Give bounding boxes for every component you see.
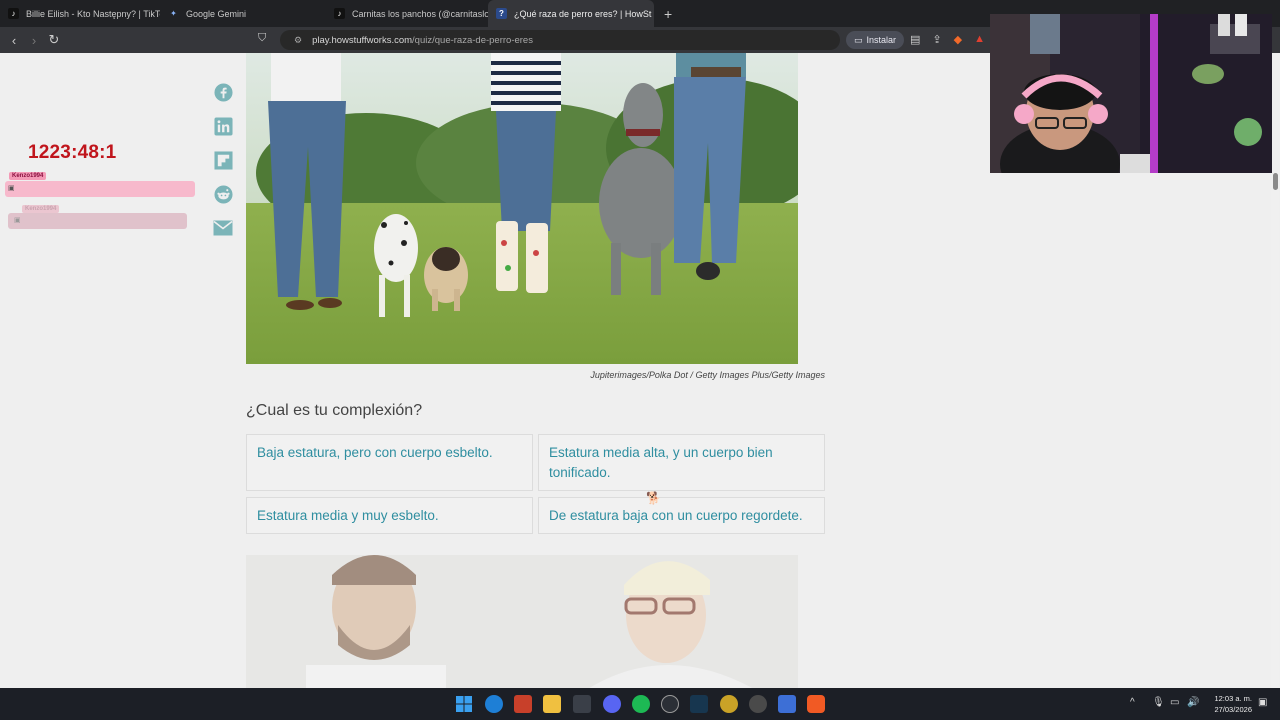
app-icon[interactable] <box>514 695 532 713</box>
app-icon[interactable] <box>720 695 738 713</box>
network-icon[interactable]: ▭ <box>1170 697 1179 708</box>
site-info-icon[interactable]: ⚙ <box>294 35 302 46</box>
app-icon[interactable] <box>778 695 796 713</box>
answer-option-4[interactable]: De estatura baja con un cuerpo regordete… <box>538 497 825 534</box>
linkedin-icon[interactable] <box>213 116 233 136</box>
tiktok-icon: ♪ <box>334 8 345 19</box>
tab-label: Google Gemini <box>186 8 247 19</box>
clock-time: 12:03 a. m. <box>1214 694 1252 703</box>
quiz-question: ¿Cual es tu complexión? <box>246 402 423 419</box>
tab-tiktok-billie[interactable]: ♪ Billie Eilish - Kto Następny? | TikTok <box>0 0 160 27</box>
address-bar[interactable]: ⚙ play.howstuffworks.com/quiz/que-raza-d… <box>280 30 840 50</box>
image-credit: Jupiterimages/Polka Dot / Getty Images P… <box>590 370 825 380</box>
reload-icon[interactable]: ↻ <box>44 32 64 48</box>
back-icon[interactable]: ‹ <box>4 33 24 48</box>
tab-label: ¿Qué raza de perro eres? | HowSt <box>514 8 652 19</box>
chat-message-bar <box>8 213 187 229</box>
install-app-button[interactable]: ▭ Instalar <box>846 31 905 49</box>
url-path: /quiz/que-raza-de-perro-eres <box>412 34 533 46</box>
streamer-webcam <box>990 14 1272 173</box>
system-clock[interactable]: 12:03 a. m. 27/03/2026 <box>1206 693 1252 715</box>
toolbar-icons: ▤ ⇪ ◆ ▲ <box>910 33 985 46</box>
brave-shields-icon[interactable]: ◆ <box>954 33 962 46</box>
chat-username: Kenzo1994 <box>9 172 47 180</box>
notification-icon[interactable]: ▣ <box>1258 697 1267 708</box>
answer-option-2[interactable]: Estatura media alta, y un cuerpo bien to… <box>538 434 825 491</box>
chat-message-bar <box>5 181 195 197</box>
stream-timer: 1223:48:1 <box>28 142 117 163</box>
bookmark-icon[interactable]: ⛉ <box>258 32 266 45</box>
tab-label: Billie Eilish - Kto Następny? | TikTok <box>26 8 160 19</box>
share-icon[interactable]: ⇪ <box>932 33 941 46</box>
steam-icon[interactable] <box>690 695 708 713</box>
howstuffworks-icon: ? <box>496 8 507 19</box>
answer-option-3[interactable]: Estatura media y muy esbelto. <box>246 497 533 534</box>
app-icon[interactable] <box>749 695 767 713</box>
answer-option-1[interactable]: Baja estatura, pero con cuerpo esbelto. <box>246 434 533 491</box>
reader-mode-icon[interactable]: ▤ <box>910 33 920 46</box>
file-explorer-icon[interactable] <box>543 695 561 713</box>
edge-icon[interactable] <box>485 695 503 713</box>
brave-rewards-icon[interactable]: ▲ <box>974 33 985 46</box>
app-icon[interactable] <box>661 695 679 713</box>
flipboard-icon[interactable] <box>213 150 233 170</box>
microphone-icon[interactable]: 🎙 <box>1152 697 1165 708</box>
email-icon[interactable] <box>213 218 233 238</box>
share-sidebar <box>213 82 233 238</box>
install-label: Instalar <box>866 35 897 45</box>
app-icon[interactable] <box>573 695 591 713</box>
gemini-icon: ✦ <box>170 9 177 18</box>
page-scrollbar[interactable] <box>1271 173 1279 688</box>
quiz-next-image <box>246 555 798 688</box>
chat-avatar-icon: ▣ <box>8 185 15 192</box>
chevron-up-icon[interactable]: ^ <box>1130 697 1135 708</box>
spotify-icon[interactable] <box>632 695 650 713</box>
chat-avatar-icon: ▣ <box>14 217 21 224</box>
cursor-pet-icon: 🐕 <box>646 491 661 505</box>
url-host: play.howstuffworks.com <box>312 34 413 46</box>
install-icon: ▭ <box>854 34 863 45</box>
forward-icon[interactable]: › <box>24 33 44 48</box>
new-tab-button[interactable]: + <box>654 0 682 27</box>
tab-gemini[interactable]: ✦ Google Gemini <box>160 0 326 27</box>
discord-icon[interactable] <box>603 695 621 713</box>
reddit-icon[interactable] <box>213 184 233 204</box>
quiz-hero-image <box>246 53 798 364</box>
windows-taskbar: ^ 🎙 ▭ 🔊 12:03 a. m. 27/03/2026 ▣ <box>0 688 1280 720</box>
clock-date: 27/03/2026 <box>1214 705 1252 714</box>
volume-icon[interactable]: 🔊 <box>1187 697 1199 708</box>
scrollbar-thumb[interactable] <box>1273 173 1278 190</box>
facebook-icon[interactable] <box>213 82 233 102</box>
tiktok-icon: ♪ <box>8 8 19 19</box>
url-text: play.howstuffworks.com/quiz/que-raza-de-… <box>312 35 533 46</box>
tab-label: Carnitas los panchos (@carnitaslospa <box>352 8 488 19</box>
tab-tiktok-carnitas[interactable]: ♪ Carnitas los panchos (@carnitaslospa <box>326 0 488 27</box>
tab-howstuffworks-quiz[interactable]: ? ¿Qué raza de perro eres? | HowSt ✕ <box>488 0 654 27</box>
brave-icon[interactable] <box>807 695 825 713</box>
chat-username: Kenzo1994 <box>22 205 60 213</box>
windows-start-icon[interactable] <box>455 695 473 713</box>
